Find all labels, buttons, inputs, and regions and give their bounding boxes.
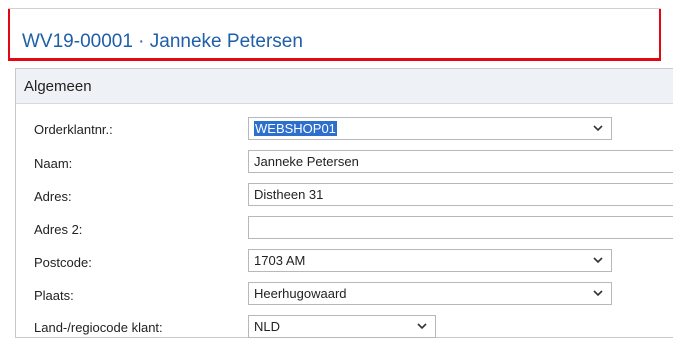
city-label: Plaats:	[34, 288, 74, 303]
chevron-down-icon[interactable]	[415, 319, 429, 333]
address2-field[interactable]	[248, 216, 673, 239]
chevron-down-icon[interactable]	[591, 286, 605, 300]
country-code-label: Land-/regiocode klant:	[34, 320, 163, 335]
section-header[interactable]: Algemeen	[16, 69, 673, 104]
address-field[interactable]: Distheen 31	[248, 183, 673, 206]
order-customer-no-label: Orderklantnr.:	[34, 122, 113, 137]
accent-border-right	[659, 9, 661, 59]
address2-label: Adres 2:	[34, 222, 83, 237]
address-value: Distheen 31	[254, 187, 324, 202]
postcode-value: 1703 AM	[254, 253, 306, 268]
section-title: Algemeen	[24, 78, 92, 95]
chevron-down-icon[interactable]	[591, 253, 605, 267]
page-title: WV19-00001 · Janneke Petersen	[22, 31, 303, 52]
order-customer-no-value: WEBSHOP01	[254, 121, 337, 136]
city-select[interactable]: Heerhugowaard	[248, 282, 612, 305]
accent-border-left	[8, 9, 10, 59]
country-code-select[interactable]: NLD	[248, 315, 436, 338]
page-header: WV19-00001 · Janneke Petersen	[8, 8, 661, 61]
city-value: Heerhugowaard	[254, 286, 347, 301]
order-customer-no-select[interactable]: WEBSHOP01	[248, 117, 612, 140]
name-value: Janneke Petersen	[254, 154, 359, 169]
address-label: Adres:	[34, 189, 72, 204]
general-section: Algemeen Orderklantnr.: WEBSHOP01 Naam: …	[15, 68, 673, 338]
name-field[interactable]: Janneke Petersen	[248, 150, 673, 173]
chevron-down-icon[interactable]	[591, 121, 605, 135]
postcode-select[interactable]: 1703 AM	[248, 249, 612, 272]
name-label: Naam:	[34, 156, 73, 171]
postcode-label: Postcode:	[34, 255, 92, 270]
